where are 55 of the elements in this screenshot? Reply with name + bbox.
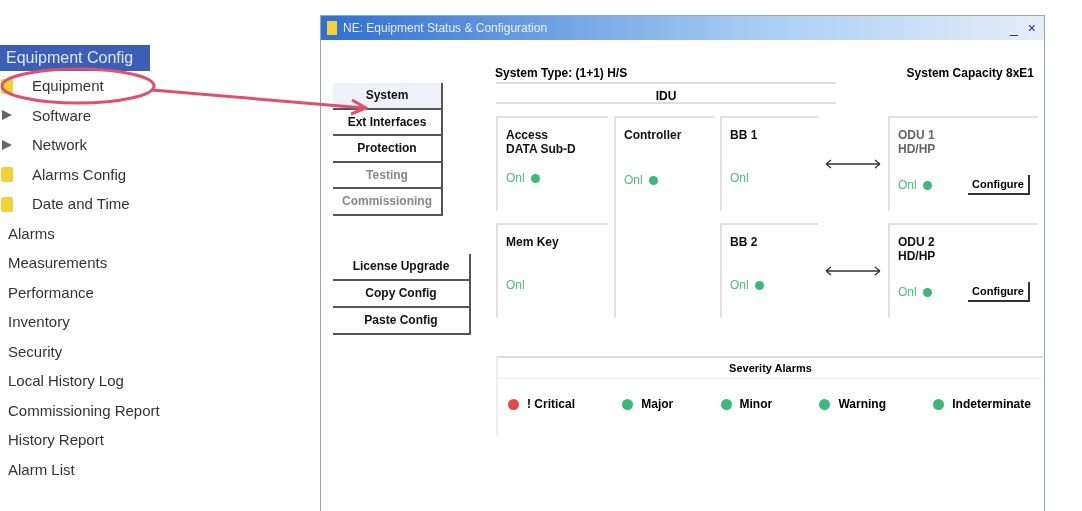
status-text: Onl [506,278,525,292]
system-type-label: System Type: (1+1) H/S [495,66,628,80]
tree-item[interactable]: Commissioning Report [0,395,160,425]
window-title: NE: Equipment Status & Configuration [343,21,549,35]
tree-item[interactable]: Alarms [0,218,55,248]
tree-item[interactable]: Security [0,336,63,366]
configure-button[interactable]: Configure [968,175,1030,195]
module-name: BB 2 [730,235,759,249]
alarm-label: Major [641,397,674,411]
module-name: BB 1 [730,128,759,142]
module-name: Access DATA Sub-D [506,128,577,156]
status-text: Onl [730,171,749,185]
tree-item[interactable]: Performance [0,277,94,307]
folder-icon [0,165,14,184]
tree-item[interactable]: Date and Time [32,195,130,213]
module-name: ODU 1 HD/HP [898,128,937,156]
status-text: Onl [624,173,643,187]
expand-arrow-icon[interactable] [0,108,14,123]
tree-item[interactable]: Alarms Config [32,165,127,183]
status-text: Onl [898,178,917,192]
expand-arrow-icon[interactable] [0,137,14,152]
folder-icon [0,194,14,213]
tab[interactable]: System [333,83,443,110]
tree-item[interactable]: Alarm List [0,454,75,484]
tree-item[interactable]: Software [32,106,92,124]
alarm-label: Minor [739,397,773,411]
status-text: Onl [898,285,917,299]
tab[interactable]: Protection [333,136,443,163]
action-button[interactable]: Copy Config [333,280,471,308]
minimize-button[interactable]: _ [1008,20,1020,36]
tree-item[interactable]: History Report [0,425,104,455]
module-name: Controller [624,128,683,142]
window-icon [327,21,337,35]
status-text: Onl [506,171,525,185]
panel-title: Severity Alarms [729,362,812,374]
module-name: ODU 2 HD/HP [898,235,937,263]
tree-item[interactable]: Network [32,136,87,154]
alarm-label: Indeterminate [952,397,1031,411]
configure-button[interactable]: Configure [968,282,1030,302]
alarm-label: ! Critical [527,397,575,411]
status-text: Onl [730,278,749,292]
close-button[interactable]: × [1025,20,1038,36]
tree-item[interactable]: Local History Log [0,366,124,396]
tree-item[interactable]: Inventory [0,307,70,337]
section-heading: IDU [655,89,677,103]
tree-item[interactable]: Measurements [0,248,108,278]
double-arrow-icon [824,265,882,276]
module-name: Mem Key [506,235,560,249]
system-capacity-label: System Capacity 8xE1 [906,66,1034,80]
action-button[interactable]: License Upgrade [333,253,471,281]
tree-item[interactable]: Equipment Config [0,45,150,71]
tab[interactable]: Ext Interfaces [333,109,443,136]
double-arrow-icon [824,158,882,169]
alarm-label: Warning [838,397,886,411]
action-button[interactable]: Paste Config [333,307,471,335]
